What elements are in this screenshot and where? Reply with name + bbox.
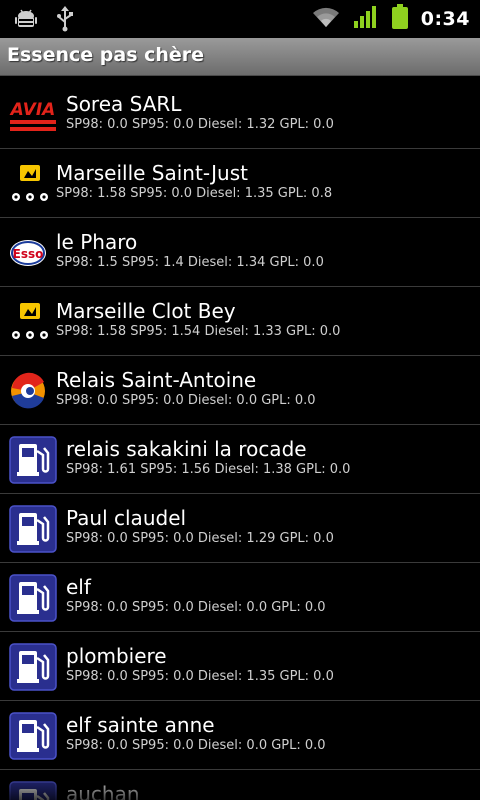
station-name: auchan	[66, 782, 140, 800]
app-title: Essence pas chère	[7, 44, 205, 66]
total-logo-icon	[8, 366, 58, 416]
app-title-bar: Essence pas chère	[0, 38, 480, 76]
station-name: Relais Saint-Antoine	[56, 368, 257, 392]
avia-logo-text: AVIA	[9, 100, 56, 120]
station-prices: SP98: 1.58 SP95: 1.54 Diesel: 1.33 GPL: …	[56, 324, 341, 339]
station-name: relais sakakini la rocade	[66, 437, 307, 461]
signal-icon	[353, 5, 379, 33]
station-prices: SP98: 1.58 SP95: 0.0 Diesel: 1.35 GPL: 0…	[56, 186, 333, 201]
station-prices: SP98: 0.0 SP95: 0.0 Diesel: 0.0 GPL: 0.0	[66, 600, 326, 615]
station-name: elf sainte anne	[66, 713, 215, 737]
station-name: Paul claudel	[66, 506, 187, 530]
station-item[interactable]: elf sainte anne SP98: 0.0 SP95: 0.0 Dies…	[0, 701, 480, 770]
station-prices: SP98: 1.5 SP95: 1.4 Diesel: 1.34 GPL: 0.…	[56, 255, 324, 270]
station-name: plombiere	[66, 644, 167, 668]
fuel-pump-icon	[8, 435, 58, 485]
fuel-pump-icon	[8, 642, 58, 692]
station-list[interactable]: AVIA Sorea SARL SP98: 0.0 SP95: 0.0 Dies…	[0, 80, 480, 800]
fuel-pump-icon	[8, 504, 58, 554]
fuel-pump-icon	[8, 780, 58, 800]
battery-icon	[391, 4, 409, 34]
carrefour-logo-icon	[8, 159, 58, 209]
station-item[interactable]: AVIA Sorea SARL SP98: 0.0 SP95: 0.0 Dies…	[0, 80, 480, 149]
fuel-pump-icon	[8, 573, 58, 623]
station-name: Marseille Clot Bey	[56, 299, 236, 323]
station-item[interactable]: Marseille Clot Bey SP98: 1.58 SP95: 1.54…	[0, 287, 480, 356]
station-item[interactable]: Esso le Pharo SP98: 1.5 SP95: 1.4 Diesel…	[0, 218, 480, 287]
station-item[interactable]: relais sakakini la rocade SP98: 1.61 SP9…	[0, 425, 480, 494]
fuel-pump-icon	[8, 711, 58, 761]
avia-logo-icon: AVIA	[8, 90, 58, 140]
station-prices: SP98: 0.0 SP95: 0.0 Diesel: 1.29 GPL: 0.…	[66, 531, 334, 546]
android-debug-icon	[14, 7, 38, 35]
station-item[interactable]: Relais Saint-Antoine SP98: 0.0 SP95: 0.0…	[0, 356, 480, 425]
wifi-icon	[311, 5, 341, 33]
station-prices: SP98: 0.0 SP95: 0.0 Diesel: 1.35 GPL: 0.…	[66, 669, 334, 684]
station-item[interactable]: Paul claudel SP98: 0.0 SP95: 0.0 Diesel:…	[0, 494, 480, 563]
station-item[interactable]: auchan	[0, 770, 480, 800]
carrefour-logo-icon	[8, 297, 58, 347]
usb-icon	[56, 6, 74, 36]
station-name: elf	[66, 575, 91, 599]
station-name: Marseille Saint-Just	[56, 161, 248, 185]
station-name: Sorea SARL	[66, 92, 182, 116]
status-bar: 0:34	[0, 0, 480, 38]
station-prices: SP98: 0.0 SP95: 0.0 Diesel: 0.0 GPL: 0.0	[56, 393, 316, 408]
station-prices: SP98: 0.0 SP95: 0.0 Diesel: 1.32 GPL: 0.…	[66, 117, 334, 132]
station-item[interactable]: elf SP98: 0.0 SP95: 0.0 Diesel: 0.0 GPL:…	[0, 563, 480, 632]
station-prices: SP98: 0.0 SP95: 0.0 Diesel: 0.0 GPL: 0.0	[66, 738, 326, 753]
station-name: le Pharo	[56, 230, 138, 254]
station-item[interactable]: Marseille Saint-Just SP98: 1.58 SP95: 0.…	[0, 149, 480, 218]
station-prices: SP98: 1.61 SP95: 1.56 Diesel: 1.38 GPL: …	[66, 462, 351, 477]
esso-logo-icon: Esso	[8, 228, 58, 278]
station-item[interactable]: plombiere SP98: 0.0 SP95: 0.0 Diesel: 1.…	[0, 632, 480, 701]
esso-logo-text: Esso	[13, 247, 44, 261]
clock: 0:34	[420, 8, 470, 30]
